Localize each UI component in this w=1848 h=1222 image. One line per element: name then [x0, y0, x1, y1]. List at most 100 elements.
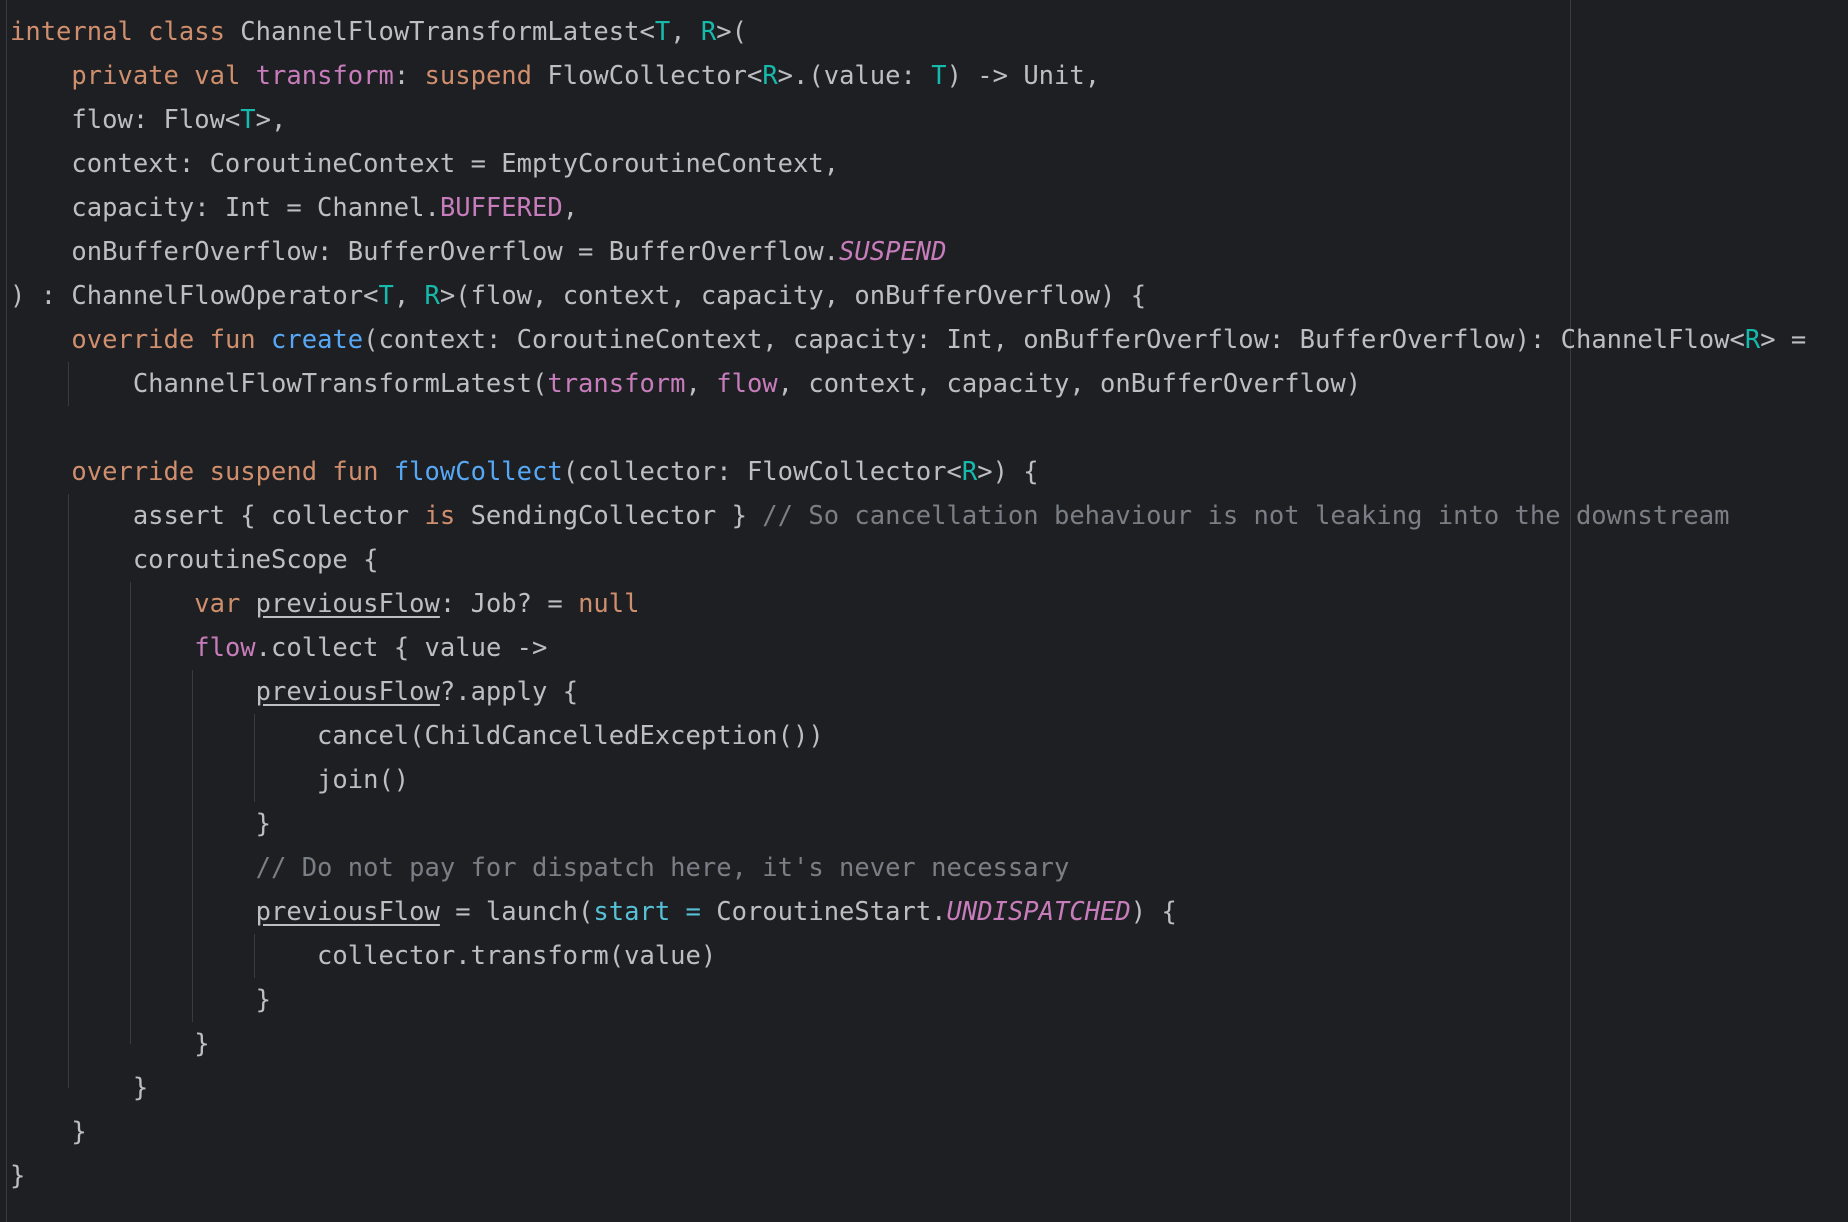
code-token: ChannelFlowTransformLatest<: [240, 17, 655, 47]
keyword-token: override suspend fun: [71, 457, 394, 487]
code-token: context: CoroutineContext = EmptyCorouti…: [10, 149, 840, 179]
constant-token: UNDISPATCHED: [946, 897, 1131, 927]
code-line[interactable]: ​: [10, 406, 1806, 450]
code-line[interactable]: }: [10, 1066, 1806, 1110]
code-line[interactable]: previousFlow?.apply {: [10, 670, 1806, 714]
code-token: ) : ChannelFlowOperator<: [10, 281, 379, 311]
type-parameter-token: T: [240, 105, 256, 135]
code-token: ) -> Unit,: [946, 61, 1101, 91]
type-parameter-token: R: [762, 61, 778, 91]
code-line[interactable]: previousFlow = launch(start = CoroutineS…: [10, 890, 1806, 934]
code-line[interactable]: override suspend fun flowCollect(collect…: [10, 450, 1806, 494]
code-text[interactable]: internal class ChannelFlowTransformLates…: [10, 10, 1806, 1198]
code-token: collector.transform(value): [10, 941, 717, 971]
code-token: >.(value:: [777, 61, 932, 91]
type-parameter-token: T: [654, 17, 671, 47]
comment-token: // So cancellation behaviour is not leak…: [762, 501, 1730, 531]
code-token: capacity: Int = Channel.: [10, 193, 440, 223]
code-token: > =: [1760, 325, 1807, 355]
type-parameter-token: R: [424, 281, 440, 311]
code-token: >,: [255, 105, 287, 135]
code-line[interactable]: context: CoroutineContext = EmptyCorouti…: [10, 142, 1806, 186]
code-line[interactable]: private val transform: suspend FlowColle…: [10, 54, 1806, 98]
keyword-token: var: [194, 589, 256, 619]
code-line[interactable]: }: [10, 1022, 1806, 1066]
code-line[interactable]: flow: Flow<T>,: [10, 98, 1806, 142]
code-token: , context, capacity, onBufferOverflow): [777, 369, 1362, 399]
named-argument-token: start =: [593, 897, 717, 927]
comment-token: // Do not pay for dispatch here, it's ne…: [255, 853, 1070, 883]
keyword-token: is: [424, 501, 471, 531]
code-line[interactable]: }: [10, 802, 1806, 846]
code-line[interactable]: // Do not pay for dispatch here, it's ne…: [10, 846, 1806, 890]
code-line[interactable]: cancel(ChildCancelledException()): [10, 714, 1806, 758]
code-token: cancel(ChildCancelledException()): [10, 721, 824, 751]
code-line[interactable]: }: [10, 978, 1806, 1022]
variable-token: previousFlow: [255, 589, 440, 619]
code-line[interactable]: coroutineScope {: [10, 538, 1806, 582]
property-token: flow: [194, 633, 256, 663]
variable-token: previousFlow: [255, 897, 440, 927]
code-token: SendingCollector }: [470, 501, 763, 531]
code-token: ?.apply {: [439, 677, 579, 707]
function-name-token: flowCollect: [393, 457, 563, 487]
code-line[interactable]: var previousFlow: Job? = null: [10, 582, 1806, 626]
code-token: = launch(: [439, 897, 594, 927]
code-token: coroutineScope {: [10, 545, 379, 575]
code-token: join(): [10, 765, 410, 795]
property-token: transform: [547, 369, 686, 399]
code-token: }: [10, 809, 271, 839]
code-token: }: [10, 1073, 149, 1103]
code-token: >) {: [977, 457, 1039, 487]
code-editor[interactable]: internal class ChannelFlowTransformLates…: [0, 0, 1848, 1222]
code-line[interactable]: }: [10, 1154, 1806, 1198]
type-parameter-token: T: [931, 61, 947, 91]
property-token: transform: [255, 61, 394, 91]
code-line[interactable]: internal class ChannelFlowTransformLates…: [10, 10, 1806, 54]
code-token: }: [10, 1161, 26, 1191]
code-line[interactable]: ) : ChannelFlowOperator<T, R>(flow, cont…: [10, 274, 1806, 318]
gutter-divider: [6, 0, 7, 1222]
code-line[interactable]: join(): [10, 758, 1806, 802]
type-parameter-token: R: [1744, 325, 1761, 355]
variable-token: previousFlow: [255, 677, 440, 707]
keyword-token: private val: [71, 61, 256, 91]
code-token: }: [10, 1117, 87, 1147]
code-line[interactable]: collector.transform(value): [10, 934, 1806, 978]
code-token: :: [393, 61, 425, 91]
code-token: (collector: FlowCollector<: [562, 457, 962, 487]
code-line[interactable]: }: [10, 1110, 1806, 1154]
code-line[interactable]: onBufferOverflow: BufferOverflow = Buffe…: [10, 230, 1806, 274]
code-token: ,: [562, 193, 579, 223]
function-name-token: create: [271, 325, 364, 355]
type-parameter-token: T: [378, 281, 394, 311]
code-token: ,: [670, 17, 701, 47]
keyword-token: null: [578, 589, 640, 619]
code-line[interactable]: assert { collector is SendingCollector }…: [10, 494, 1806, 538]
code-token: assert { collector: [10, 501, 425, 531]
code-token: onBufferOverflow: BufferOverflow = Buffe…: [10, 237, 840, 267]
code-token: ,: [685, 369, 717, 399]
code-line[interactable]: ChannelFlowTransformLatest(transform, fl…: [10, 362, 1806, 406]
code-token: flow: Flow<: [10, 105, 241, 135]
code-line[interactable]: capacity: Int = Channel.BUFFERED,: [10, 186, 1806, 230]
code-line[interactable]: flow.collect { value ->: [10, 626, 1806, 670]
keyword-token: override fun: [71, 325, 272, 355]
code-line[interactable]: override fun create(context: CoroutineCo…: [10, 318, 1806, 362]
keyword-token: internal class: [10, 17, 241, 47]
code-token: }: [10, 985, 271, 1015]
code-token: : Job? =: [439, 589, 579, 619]
property-token: BUFFERED: [439, 193, 563, 223]
type-parameter-token: R: [700, 17, 717, 47]
code-token: .collect { value ->: [255, 633, 548, 663]
code-token: FlowCollector<: [547, 61, 763, 91]
type-parameter-token: R: [961, 457, 978, 487]
